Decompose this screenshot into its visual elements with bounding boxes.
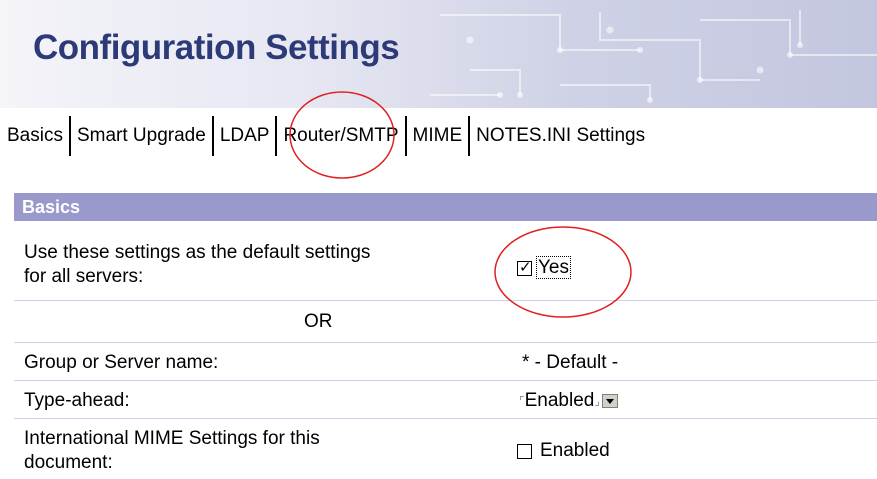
row-international-mime: International MIME Settings for this doc… bbox=[14, 419, 877, 479]
international-mime-control[interactable]: Enabled bbox=[517, 439, 610, 463]
or-text: OR bbox=[304, 311, 333, 332]
row-type-ahead: Type-ahead: ⌜Enabled⌟ bbox=[14, 381, 877, 419]
default-settings-label: Use these settings as the default settin… bbox=[24, 242, 371, 287]
tab-ldap[interactable]: LDAP bbox=[214, 116, 278, 156]
international-mime-label: International MIME Settings for this doc… bbox=[24, 428, 320, 473]
section-header-basics: Basics bbox=[14, 193, 877, 221]
type-ahead-value[interactable]: Enabled bbox=[525, 390, 595, 411]
tab-bar: Basics Smart Upgrade LDAP Router/SMTP MI… bbox=[0, 116, 877, 156]
header-banner: Configuration Settings bbox=[0, 0, 877, 108]
tab-smart-upgrade[interactable]: Smart Upgrade bbox=[71, 116, 214, 156]
international-mime-checkbox-label[interactable]: Enabled bbox=[540, 440, 610, 461]
type-ahead-label: Type-ahead: bbox=[24, 390, 130, 411]
row-group-server-name: Group or Server name: * - Default - bbox=[14, 343, 877, 381]
tab-router-smtp[interactable]: Router/SMTP bbox=[277, 116, 407, 156]
row-or: OR bbox=[14, 301, 877, 343]
tab-mime[interactable]: MIME bbox=[407, 116, 471, 156]
default-settings-checkbox-label[interactable]: Yes bbox=[536, 256, 571, 279]
dropdown-arrow-icon[interactable] bbox=[601, 393, 618, 408]
page-title: Configuration Settings bbox=[33, 28, 400, 67]
default-settings-checkbox[interactable]: ✓ bbox=[517, 258, 532, 276]
tab-basics[interactable]: Basics bbox=[0, 116, 71, 156]
row-default-settings: Use these settings as the default settin… bbox=[14, 221, 877, 301]
international-mime-checkbox[interactable] bbox=[517, 443, 532, 459]
default-settings-control[interactable]: ✓ Yes bbox=[517, 256, 571, 280]
group-server-name-label: Group or Server name: bbox=[24, 352, 219, 373]
checkmark-icon: ✓ bbox=[519, 258, 532, 276]
field-end-bracket-icon: ⌟ bbox=[594, 394, 600, 408]
type-ahead-field[interactable]: ⌜Enabled⌟ bbox=[519, 389, 618, 413]
tab-notes-ini-settings[interactable]: NOTES.INI Settings bbox=[470, 116, 651, 156]
group-server-name-value: * - Default - bbox=[522, 352, 619, 373]
